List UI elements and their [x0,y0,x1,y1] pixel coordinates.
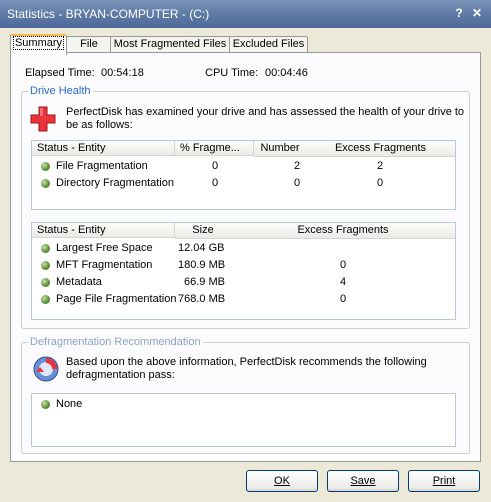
size-value: 66.9 MB [184,276,225,288]
drive-health-group: Drive Health PerfectDisk has examined yo… [21,85,470,329]
save-button-label: Save [350,475,376,487]
entity-name: File Fragmentation [56,160,148,172]
excess-value: 4 [340,276,347,288]
excess-value: 0 [340,259,347,271]
tab-most-fragmented-files[interactable]: Most Fragmented Files [110,36,230,53]
system-files-table[interactable]: Status - Entity Size Excess Fragments La… [31,222,456,320]
drive-health-title: Drive Health [28,85,93,97]
status-ok-icon [41,179,50,188]
tab-summary[interactable]: Summary [10,34,67,55]
recommendation-line1: Based upon the above information, Perfec… [66,356,427,368]
status-ok-icon [41,244,50,253]
recommendation-line2: defragmentation pass: [66,369,175,381]
status-ok-icon [41,162,50,171]
size-value: 180.9 MB [178,259,226,271]
cpu-time-value: 00:04:46 [265,67,308,79]
col-excess-fragments[interactable]: Excess Fragments [231,223,455,239]
help-button[interactable]: ? [452,6,466,20]
elapsed-time-label: Elapsed Time: [25,67,95,79]
number-value: 2 [294,160,301,172]
col-status-entity[interactable]: Status - Entity [32,141,175,156]
tab-most-fragmented-label: Most Fragmented Files [113,38,227,50]
entity-name: Directory Fragmentation [56,177,174,189]
title-bar: Statistics - BRYAN-COMPUTER - (C:) ? ✕ [0,0,491,28]
status-ok-icon [41,400,50,409]
excess-value: 0 [340,293,347,305]
tab-excluded-files[interactable]: Excluded Files [229,36,308,53]
health-message-line1: PerfectDisk has examined your drive and … [66,106,465,118]
col-size[interactable]: Size [175,223,232,239]
col-status-entity[interactable]: Status - Entity [32,223,175,238]
ok-button-label: OK [274,475,290,487]
excess-value: 0 [377,177,384,189]
status-ok-icon [41,295,50,304]
fragmentation-table[interactable]: Status - Entity % Fragme... Number Exces… [31,140,456,210]
window-title: Statistics - BRYAN-COMPUTER - (C:) [7,7,210,21]
recommendation-list[interactable]: None [31,393,456,447]
tab-file-label: File [80,38,98,50]
recommendation-group: Defragmentation Recommendation Based upo… [21,336,470,454]
col-pct-fragmented[interactable]: % Fragme... [175,141,254,156]
status-ok-icon [41,261,50,270]
entity-name: Metadata [56,276,102,288]
ok-button[interactable]: OK [246,470,318,492]
entity-name: Page File Fragmentation [56,293,177,305]
tab-summary-label: Summary [12,36,65,50]
health-message-line2: be as follows: [66,119,133,131]
save-button[interactable]: Save [327,470,399,492]
elapsed-time-value: 00:54:18 [101,67,144,79]
size-value: 768.0 MB [178,293,226,305]
pct-value: 0 [212,177,219,189]
health-cross-icon [30,106,56,132]
entity-name: Largest Free Space [56,242,153,254]
entity-name: MFT Fragmentation [56,259,153,271]
col-number[interactable]: Number [254,141,307,157]
excess-value: 2 [377,160,384,172]
close-button[interactable]: ✕ [470,6,484,20]
tab-file[interactable]: File [66,36,112,53]
size-value: 12.04 GB [178,242,225,254]
cpu-time-label: CPU Time: [205,67,259,79]
print-button-label: Print [432,475,456,487]
recommendation-title: Defragmentation Recommendation [28,336,203,348]
recommendation-item-label: None [56,398,83,410]
print-button[interactable]: Print [408,470,480,492]
tab-excluded-label: Excluded Files [232,38,305,50]
number-value: 0 [294,177,301,189]
summary-panel: Elapsed Time: 00:54:18 CPU Time: 00:04:4… [10,52,481,462]
defrag-recommendation-icon [33,356,59,382]
col-excess-fragments[interactable]: Excess Fragments [306,141,455,157]
status-ok-icon [41,278,50,287]
pct-value: 0 [212,160,219,172]
